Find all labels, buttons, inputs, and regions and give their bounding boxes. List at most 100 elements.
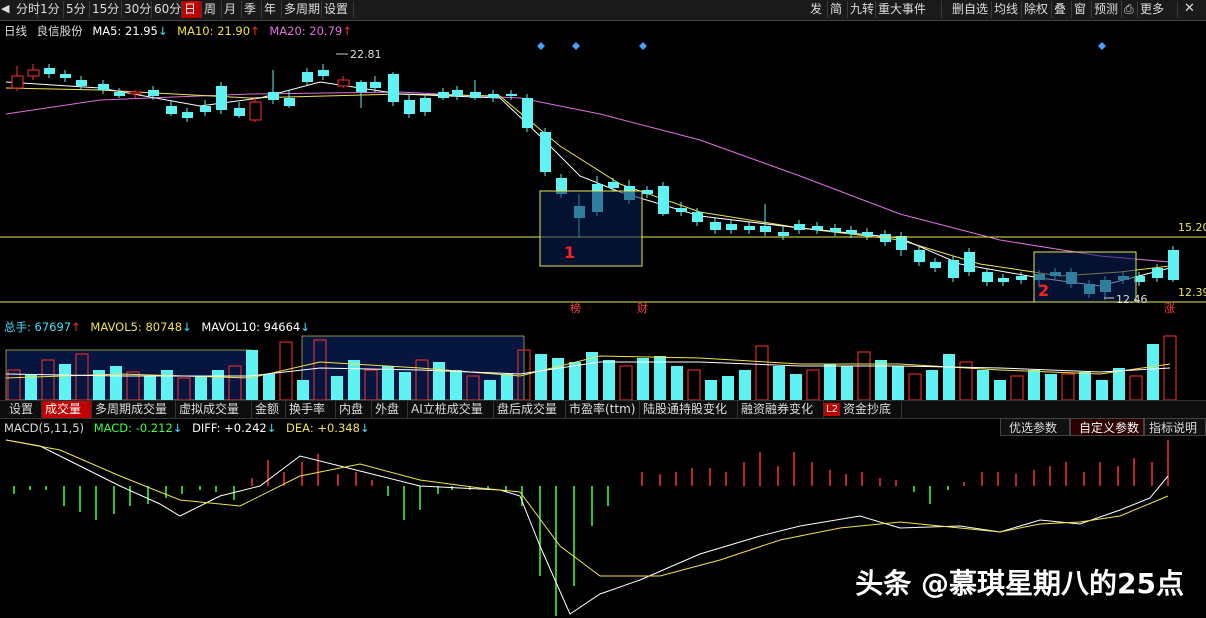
volume-bar-down xyxy=(994,380,1006,400)
indicator-tab[interactable]: 设置 xyxy=(6,401,42,418)
mavol10-value: MAVOL10: 94664 xyxy=(201,320,301,334)
volume-bar-up xyxy=(755,345,769,400)
volume-bar-up xyxy=(857,351,871,400)
optimal-params-button[interactable]: 优选参数 xyxy=(1000,418,1070,436)
period-button[interactable]: 月 xyxy=(222,1,242,18)
candle-down xyxy=(778,232,789,236)
indicator-tab[interactable]: 金额 xyxy=(252,401,286,418)
macd-value: MACD: -0.212 xyxy=(93,421,173,435)
signal-diamond-icon xyxy=(537,42,545,50)
indicator-tab[interactable]: 换手率 xyxy=(286,401,336,418)
indicator-tab[interactable]: 内盘 xyxy=(336,401,372,418)
candle-down xyxy=(676,208,687,212)
volume-bar-down xyxy=(1079,372,1091,400)
indicator-tab[interactable]: 资金抄底 xyxy=(840,401,902,418)
candle-down xyxy=(862,232,873,236)
indicator-tab[interactable]: 市盈率(ttm) xyxy=(566,401,640,418)
period-button[interactable]: 周 xyxy=(202,1,222,18)
candle-up xyxy=(27,69,40,77)
volume-bar-down xyxy=(722,376,734,400)
candle-down xyxy=(964,252,975,272)
price-chart[interactable]: 15.20 12.39 1 2 22.81 12.46 榜 财 涨 xyxy=(0,36,1206,316)
volume-bar-down xyxy=(552,358,564,400)
period-button[interactable]: 30分 xyxy=(122,1,152,18)
close-icon[interactable]: ✕ xyxy=(1184,1,1195,16)
volume-bar-down xyxy=(1113,368,1125,400)
candle-down xyxy=(470,92,481,98)
event-marker: 涨 xyxy=(1164,302,1175,315)
volume-bar-down xyxy=(212,370,224,400)
tool-button[interactable]: 更多 xyxy=(1138,1,1178,18)
indicator-tab[interactable]: 成交量 xyxy=(42,401,92,418)
indicator-tab[interactable]: AI立桩成交量 xyxy=(408,401,494,418)
period-button[interactable]: 5分 xyxy=(64,1,90,18)
period-button[interactable]: 15分 xyxy=(90,1,122,18)
candle-down xyxy=(930,262,941,268)
candle-down xyxy=(998,278,1009,282)
candle-down xyxy=(44,68,55,74)
candle-down xyxy=(302,72,313,82)
back-arrow-icon[interactable]: ◀ xyxy=(1,2,9,15)
volume-bar-down xyxy=(331,376,343,400)
candle-down xyxy=(896,236,907,250)
tool-button[interactable]: 重大事件 xyxy=(876,1,942,18)
down-arrow-icon: ↓ xyxy=(300,320,310,334)
candle-down xyxy=(98,84,109,90)
macd-info-line: MACD(5,11,5) MACD: -0.212↓ DIFF: +0.242↓… xyxy=(4,421,370,435)
candle-down xyxy=(284,98,295,106)
period-button[interactable]: 年 xyxy=(262,1,282,18)
volume-bar-down xyxy=(926,370,938,400)
signal-diamond-icon xyxy=(572,42,580,50)
tool-button[interactable]: 删自选 xyxy=(950,1,992,18)
candle-down xyxy=(948,260,959,278)
volume-bar-down xyxy=(671,366,683,400)
candle-down xyxy=(488,94,499,98)
indicator-tab[interactable]: 陆股通持股变化 xyxy=(640,401,738,418)
volume-bar-down xyxy=(450,370,462,400)
tool-button[interactable]: 预测 xyxy=(1092,1,1122,18)
period-button[interactable]: 设置 xyxy=(322,1,354,18)
volume-chart[interactable] xyxy=(0,334,1206,400)
period-button[interactable]: 多周期 xyxy=(282,1,322,18)
candle-down xyxy=(794,224,805,230)
tool-button[interactable]: 叠 xyxy=(1052,1,1072,18)
candle-down xyxy=(540,132,551,172)
volume-bar-down xyxy=(739,370,751,400)
tool-button[interactable]: 均线 xyxy=(992,1,1022,18)
volume-bar-down xyxy=(1147,344,1159,400)
candle-down xyxy=(452,90,463,96)
custom-params-button[interactable]: 自定义参数 xyxy=(1070,418,1144,436)
candle-down xyxy=(506,94,517,96)
total-volume: 总手: 67697 xyxy=(4,320,72,334)
period-button[interactable]: 60分 xyxy=(152,1,182,18)
indicator-tab[interactable]: 外盘 xyxy=(372,401,408,418)
candle-up xyxy=(249,101,262,121)
period-button[interactable]: 分时 xyxy=(14,1,40,18)
tool-button[interactable]: 发 xyxy=(808,1,828,18)
indicator-tab[interactable]: 融资融券变化 xyxy=(738,401,824,418)
volume-bar-down xyxy=(25,374,37,400)
tool-button[interactable]: 窗 xyxy=(1072,1,1092,18)
period-button[interactable]: 季 xyxy=(242,1,262,18)
candle-down xyxy=(642,190,653,194)
candle-down xyxy=(268,92,279,100)
low-price-label: 12.46 xyxy=(1116,293,1148,306)
down-arrow-icon: ↓ xyxy=(182,320,192,334)
tool-button[interactable]: 九转 xyxy=(848,1,876,18)
tool-button[interactable]: 除权 xyxy=(1022,1,1052,18)
period-button[interactable]: 1分 xyxy=(38,1,64,18)
volume-bar-down xyxy=(399,372,411,400)
event-marker: 榜 xyxy=(570,301,581,315)
volume-bar-down xyxy=(195,376,207,400)
indicator-tab[interactable]: 盘后成交量 xyxy=(494,401,566,418)
down-arrow-icon: ↓ xyxy=(266,421,277,435)
indicator-tab[interactable]: 多周期成交量 xyxy=(92,401,176,418)
high-price-label: 22.81 xyxy=(350,48,382,61)
period-button[interactable]: 日 xyxy=(182,1,202,18)
indicator-help-button[interactable]: 指标说明 xyxy=(1144,418,1206,436)
volume-bar-down xyxy=(841,366,853,400)
print-icon[interactable]: ⎙ xyxy=(1122,1,1138,18)
indicator-tab[interactable]: 虚拟成交量 xyxy=(176,401,252,418)
volume-bar-up xyxy=(1061,373,1075,400)
tool-button[interactable]: 简 xyxy=(828,1,848,18)
